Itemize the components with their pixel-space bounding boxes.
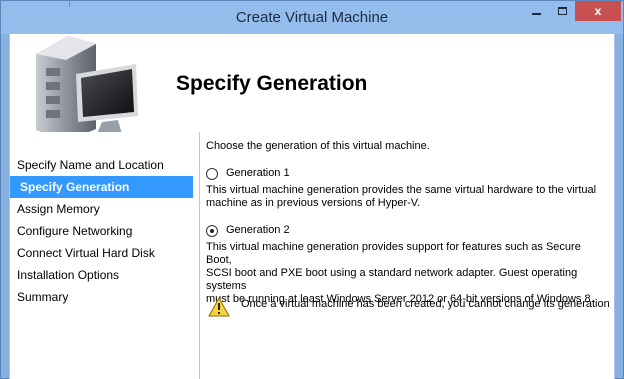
warning-icon: [208, 297, 230, 317]
nav-item-connect-disk[interactable]: Connect Virtual Hard Disk: [10, 242, 193, 264]
minimize-button[interactable]: [523, 1, 549, 21]
warning-message: Once a virtual machine has been created,…: [208, 297, 610, 317]
dialog-window: Create Virtual Machine x Specify Generat…: [0, 0, 624, 379]
nav-item-specify-generation[interactable]: Specify Generation: [10, 176, 193, 198]
generation-2-description-line: SCSI boot and PXE boot using a standard …: [206, 267, 578, 292]
generation-1-label[interactable]: Generation 1: [226, 167, 290, 180]
titlebar-mark: [69, 1, 70, 7]
client-area: Specify Generation Specify Name and Loca…: [9, 34, 615, 379]
maximize-icon: [557, 7, 567, 15]
generation-2-radio[interactable]: [206, 224, 218, 237]
content-panel: Choose the generation of this virtual ma…: [206, 132, 614, 379]
header-band: Specify Generation: [10, 34, 614, 142]
wizard-nav: Specify Name and Location Specify Genera…: [10, 132, 199, 379]
generation-2-option[interactable]: Generation 2: [206, 224, 290, 237]
generation-1-description-line: machine as in previous versions of Hyper…: [206, 197, 421, 209]
generation-1-radio[interactable]: [206, 167, 218, 180]
nav-item-assign-memory[interactable]: Assign Memory: [10, 198, 193, 220]
nav-item-installation-options[interactable]: Installation Options: [10, 264, 193, 286]
warning-text: Once a virtual machine has been created,…: [241, 298, 610, 310]
nav-divider: [199, 132, 200, 379]
nav-item-specify-name[interactable]: Specify Name and Location: [10, 154, 193, 176]
close-button[interactable]: x: [575, 1, 621, 21]
title-bar[interactable]: Create Virtual Machine x: [1, 1, 623, 34]
generation-1-option[interactable]: Generation 1: [206, 167, 290, 180]
close-icon: x: [594, 4, 602, 18]
generation-2-description-line: This virtual machine generation provides…: [206, 241, 581, 266]
server-computer-icon: [36, 36, 138, 142]
generation-1-description: This virtual machine generation provides…: [206, 184, 606, 210]
generation-2-label[interactable]: Generation 2: [226, 224, 290, 237]
page-title: Specify Generation: [176, 72, 368, 95]
generation-1-description-line: This virtual machine generation provides…: [206, 184, 597, 196]
nav-item-configure-networking[interactable]: Configure Networking: [10, 220, 193, 242]
minimize-icon: [531, 13, 541, 15]
maximize-button[interactable]: [549, 1, 575, 21]
intro-text: Choose the generation of this virtual ma…: [206, 140, 430, 152]
nav-item-summary[interactable]: Summary: [10, 286, 193, 308]
